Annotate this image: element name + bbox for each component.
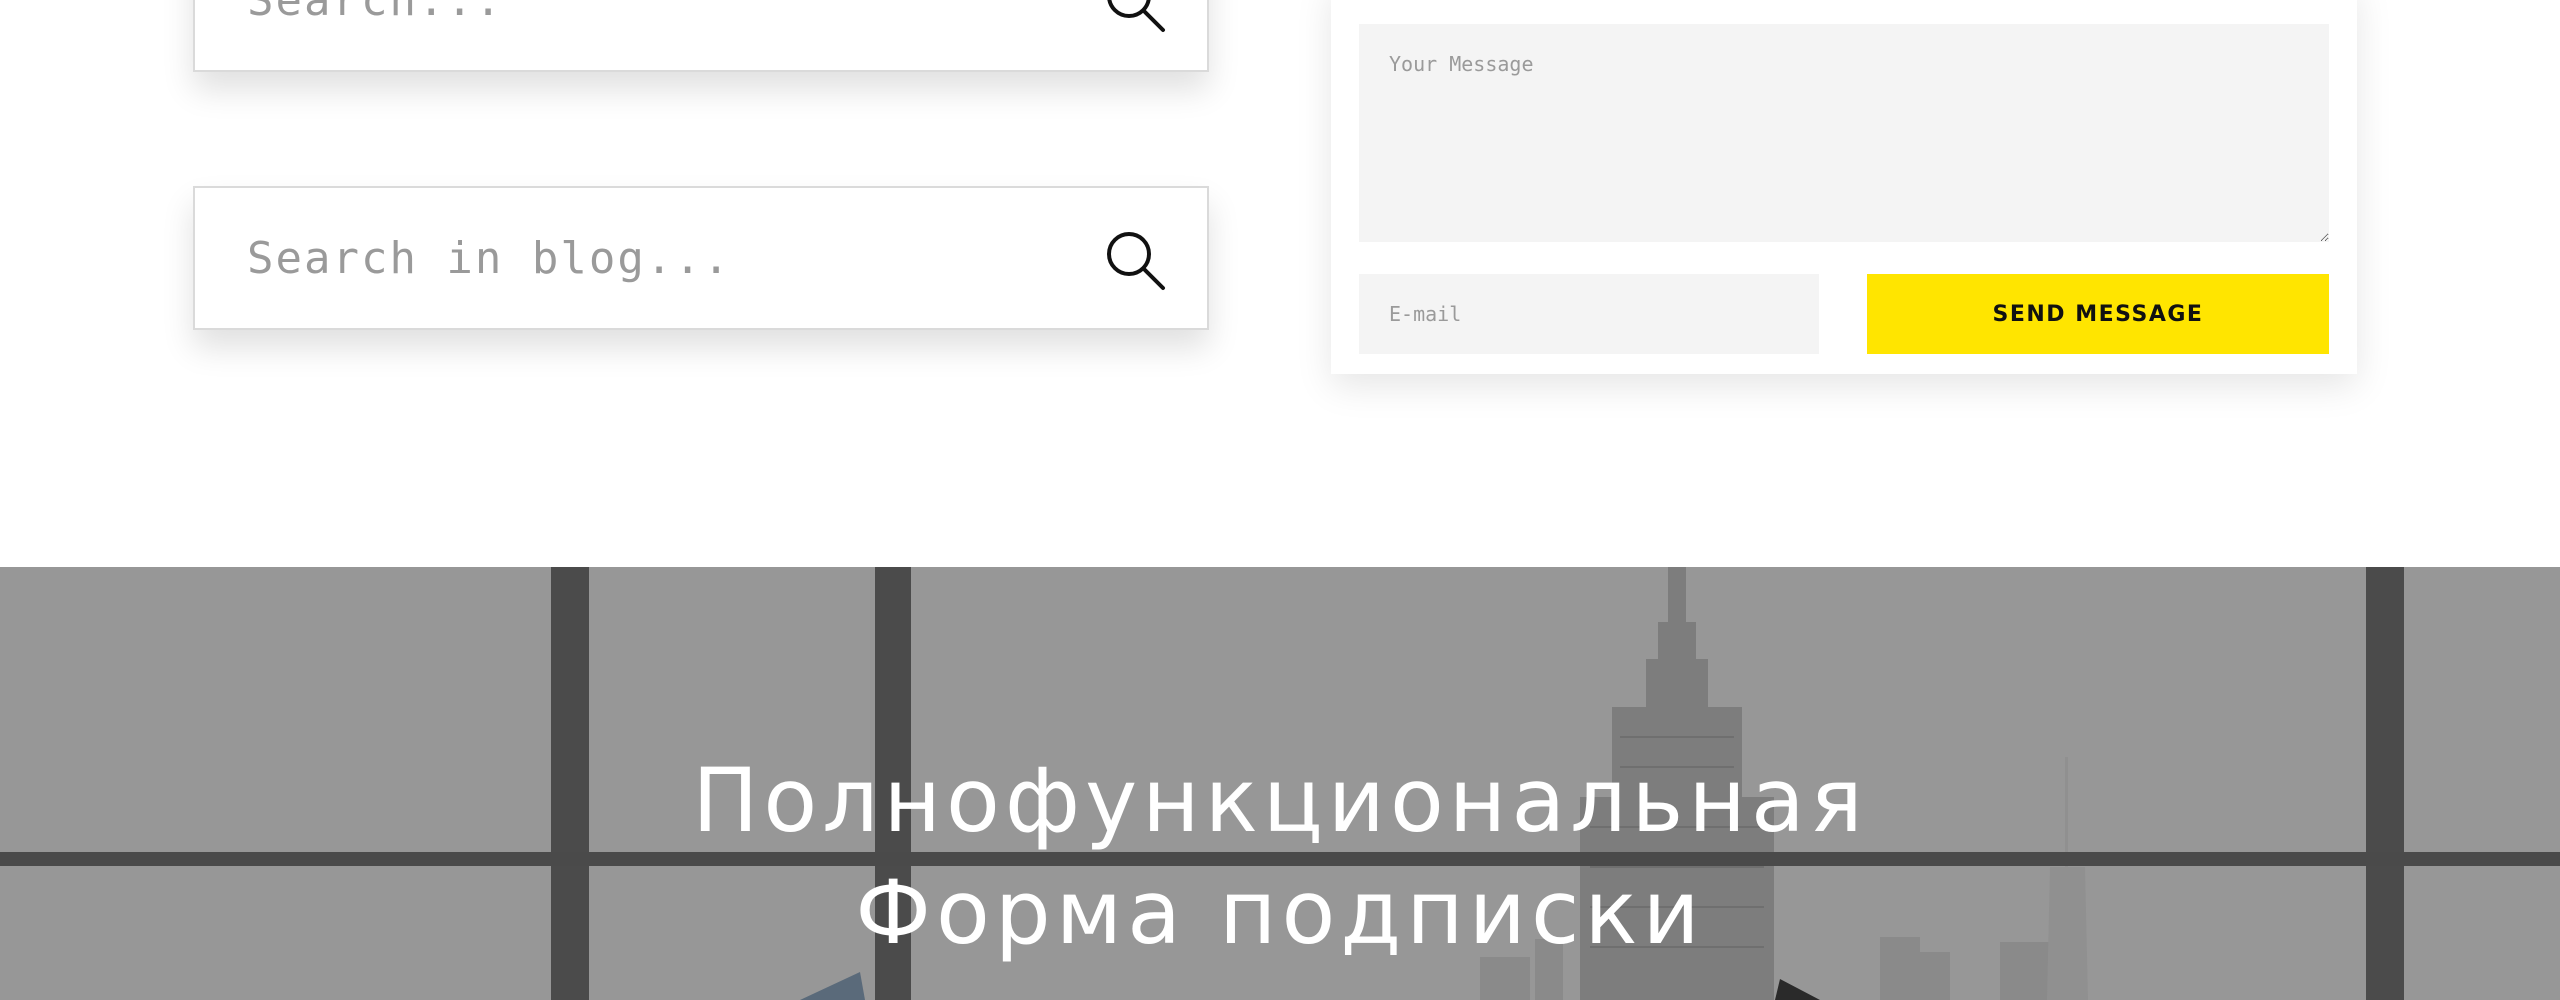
email-field[interactable]: [1359, 274, 1819, 354]
message-textarea[interactable]: [1359, 24, 2329, 242]
search-widget-blog: [193, 186, 1209, 330]
hero-title-line-2: Форма подписки: [855, 861, 1705, 964]
search-icon[interactable]: [1103, 228, 1167, 292]
search-icon[interactable]: [1103, 0, 1167, 34]
send-message-button[interactable]: SEND MESSAGE: [1867, 274, 2329, 354]
search-widget-top: [193, 0, 1209, 72]
hero-title-line-1: Полнофункциональная: [692, 749, 1868, 852]
contact-form-card: SEND MESSAGE: [1331, 0, 2357, 374]
blog-search-input[interactable]: [247, 188, 1087, 328]
hero-title: Полнофункциональная Форма подписки: [0, 745, 2560, 969]
search-input[interactable]: [247, 0, 1087, 70]
hero-section: Полнофункциональная Форма подписки: [0, 567, 2560, 1000]
